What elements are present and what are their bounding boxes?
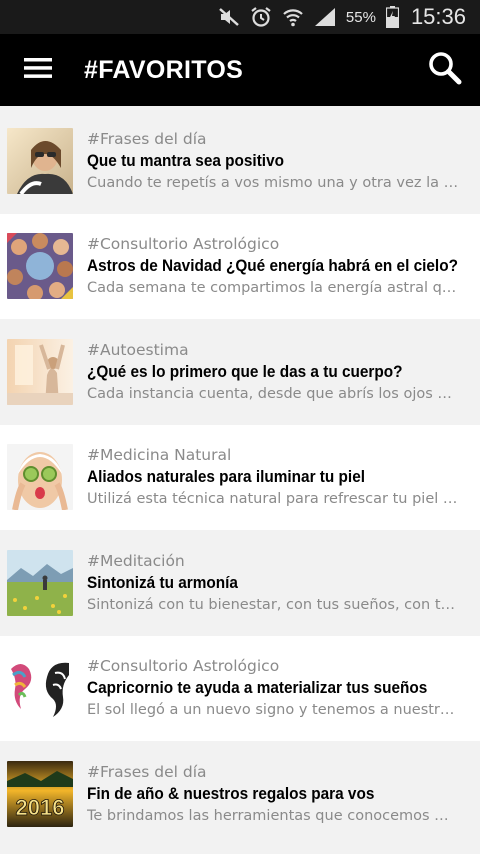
article-title: Capricornio te ayuda a materializar tus … bbox=[87, 679, 428, 698]
status-time: 15:36 bbox=[410, 4, 466, 29]
list-item[interactable]: #Frases del día Que tu mantra sea positi… bbox=[0, 108, 480, 214]
meadow-flowers-mountains-thumbnail bbox=[7, 549, 73, 616]
article-title: Sintonizá tu armonía bbox=[87, 573, 238, 592]
list-item[interactable]: #Consultorio Astrológico Astros de Navid… bbox=[0, 213, 480, 319]
article-snippet: Utilizá esta técnica natural para refres… bbox=[87, 491, 458, 508]
list-item[interactable]: #Consultorio Astrológico Capricornio te … bbox=[0, 635, 480, 741]
article-title: ¿Qué es lo primero que le das a tu cuerp… bbox=[87, 362, 403, 381]
woman-cucumber-eyes-thumbnail bbox=[7, 444, 73, 511]
wifi-icon bbox=[282, 6, 304, 28]
article-category: #Consultorio Astrológico bbox=[87, 235, 280, 254]
mute-icon bbox=[218, 6, 240, 28]
article-title: Astros de Navidad ¿Qué energía habrá en … bbox=[87, 257, 458, 276]
article-snippet: Cada instancia cuenta, desde que abrís l… bbox=[87, 385, 452, 402]
page-title: #FAVORITOS bbox=[84, 55, 244, 84]
list-item[interactable]: #Autoestima ¿Qué es lo primero que le da… bbox=[0, 319, 480, 425]
woman-stretching-window-thumbnail bbox=[7, 338, 73, 405]
list-item[interactable]: #Meditación Sintonizá tu armonía Sintoni… bbox=[0, 530, 480, 636]
article-title: Fin de año & nuestros regalos para vos bbox=[87, 784, 375, 803]
hamburger-menu-icon bbox=[24, 57, 52, 83]
woman-smiling-sunglasses-thumbnail bbox=[7, 127, 73, 194]
search-icon bbox=[428, 51, 462, 89]
alarm-icon bbox=[250, 6, 272, 28]
article-snippet: Cada semana te compartimos la energía as… bbox=[87, 280, 457, 297]
list-item[interactable]: 2016 #Frases del día Fin de año & nuestr… bbox=[0, 741, 480, 847]
article-snippet: Cuando te repetís a vos mismo una y otra… bbox=[87, 174, 459, 191]
article-category: #Medicina Natural bbox=[87, 446, 232, 465]
group-of-friends-circle-thumbnail bbox=[7, 233, 73, 300]
list-item[interactable]: #Medicina Natural Aliados naturales para… bbox=[0, 424, 480, 530]
favorites-list: #Frases del día Que tu mantra sea positi… bbox=[0, 108, 480, 847]
svg-text:2016: 2016 bbox=[16, 795, 65, 820]
article-category: #Frases del día bbox=[87, 129, 207, 148]
article-category: #Frases del día bbox=[87, 762, 207, 781]
article-category: #Autoestima bbox=[87, 340, 189, 359]
article-title: Que tu mantra sea positivo bbox=[87, 151, 284, 170]
article-category: #Meditación bbox=[87, 551, 185, 570]
article-title: Aliados naturales para iluminar tu piel bbox=[87, 468, 365, 487]
article-snippet: Sintonizá con tu bienestar, con tus sueñ… bbox=[87, 596, 456, 613]
menu-button[interactable] bbox=[0, 34, 76, 106]
app-bar: #FAVORITOS bbox=[0, 34, 480, 106]
search-button[interactable] bbox=[410, 34, 480, 106]
article-category: #Consultorio Astrológico bbox=[87, 657, 280, 676]
capricorn-goat-illustration-thumbnail bbox=[7, 655, 73, 722]
article-snippet: Te brindamos las herramientas que conoce… bbox=[87, 807, 449, 824]
status-bar: 55% 15:36 bbox=[0, 0, 480, 34]
article-snippet: El sol llegó a un nuevo signo y tenemos … bbox=[87, 702, 455, 719]
signal-icon bbox=[314, 6, 336, 28]
battery-icon bbox=[385, 6, 399, 28]
2016-sunset-thumbnail: 2016 bbox=[7, 760, 73, 827]
battery-percent: 55% bbox=[345, 8, 376, 26]
